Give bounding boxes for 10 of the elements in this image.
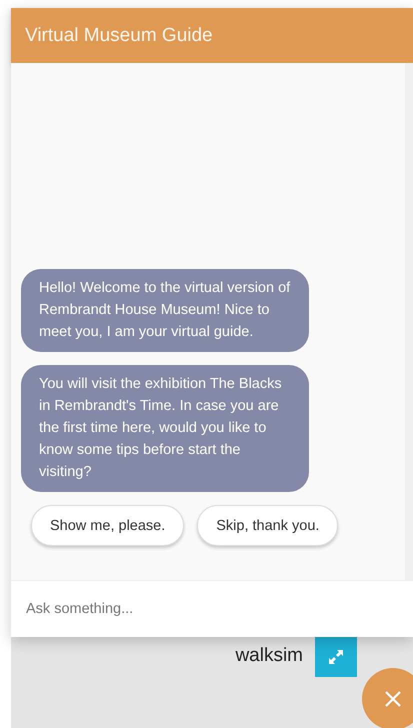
quick-reply-button[interactable]: Skip, thank you. (197, 505, 338, 546)
window-title: Virtual Museum Guide (25, 24, 213, 46)
walksim-label: walksim (235, 645, 303, 667)
expand-icon (327, 648, 345, 666)
expand-button[interactable] (315, 637, 357, 677)
input-field[interactable]: Ask something... (11, 580, 413, 637)
quick-reply-button[interactable]: Show me, please. (31, 505, 184, 546)
close-icon (384, 690, 402, 708)
message-bubble: You will visit the exhibition The Blacks in Rembrandt's Time. In case you are the first time here, would you like to know some tips before start the visiting? (21, 365, 309, 492)
message-bubble: Hello! Welcome to the virtual version of Rembrandt House Museum! Nice to meet you, I am your virtual guide. (21, 269, 309, 352)
